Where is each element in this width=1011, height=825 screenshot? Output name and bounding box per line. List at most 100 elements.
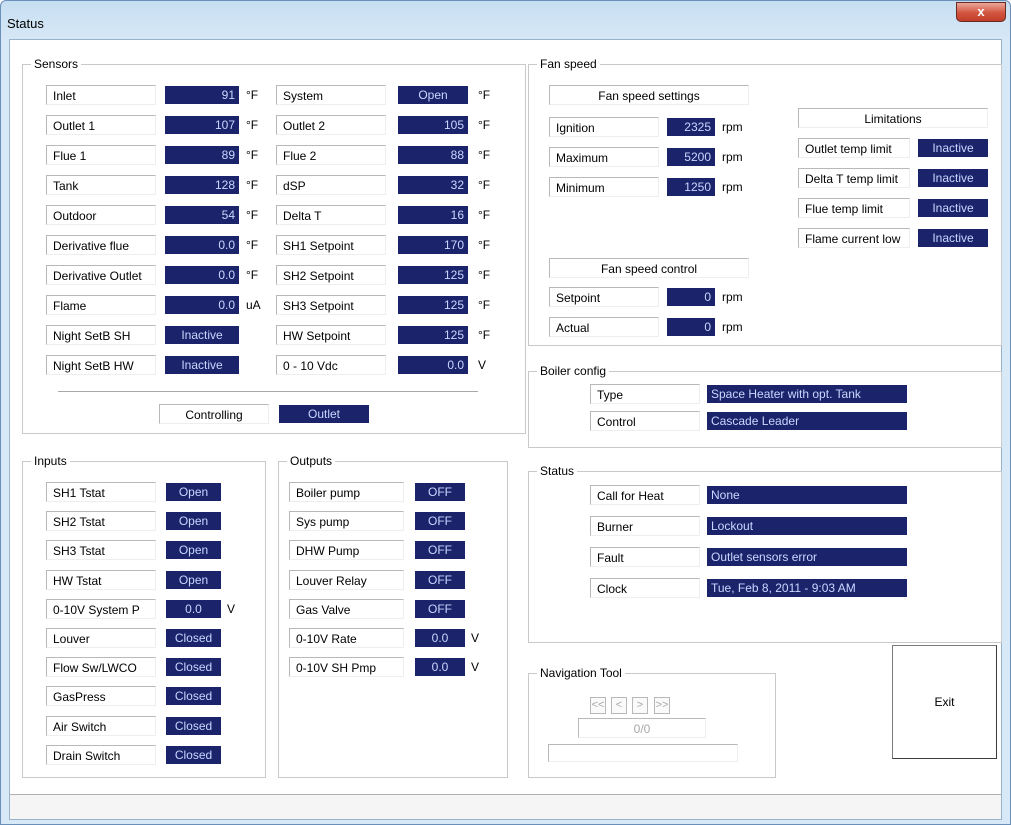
- field-value: 0: [667, 318, 715, 336]
- field-value: Closed: [166, 658, 221, 677]
- sensor-value: 0.0: [165, 296, 239, 314]
- sensor-label: Inlet: [46, 85, 156, 105]
- sensor-value: 32: [398, 176, 468, 194]
- field-label: Fault: [590, 547, 700, 567]
- first-page-button[interactable]: <<: [590, 697, 606, 714]
- field-unit: rpm: [722, 150, 743, 164]
- limitations-header: Limitations: [798, 108, 988, 128]
- field-label: Gas Valve: [289, 598, 404, 619]
- sensor-label: SH1 Setpoint: [276, 235, 386, 255]
- field-value: Closed: [166, 716, 221, 735]
- field-label: Louver Relay: [289, 569, 404, 590]
- navigation-tool-legend: Navigation Tool: [537, 665, 625, 681]
- sensor-value: 125: [398, 326, 468, 344]
- sensor-value: 0.0: [398, 356, 468, 374]
- field-value: Cascade Leader: [707, 412, 907, 430]
- title-bar: Status x: [1, 1, 1010, 39]
- field-value: Closed: [166, 687, 221, 706]
- sensor-unit: °F: [478, 328, 491, 342]
- field-value: OFF: [415, 483, 465, 501]
- sensor-label: Flue 1: [46, 145, 156, 165]
- field-label: Sys pump: [289, 511, 404, 532]
- field-value: OFF: [415, 599, 465, 618]
- sensor-unit: °F: [478, 178, 491, 192]
- sensor-unit: °F: [246, 148, 259, 162]
- sensors-legend: Sensors: [31, 56, 82, 72]
- field-value: Inactive: [918, 199, 988, 217]
- field-value: Closed: [166, 629, 221, 647]
- field-label: Clock: [590, 578, 700, 598]
- sensor-value: Inactive: [165, 356, 239, 374]
- sensor-label: dSP: [276, 175, 386, 195]
- sensor-unit: °F: [478, 148, 491, 162]
- field-label: Minimum: [549, 177, 659, 197]
- sensor-unit: °F: [246, 178, 259, 192]
- sensor-label: Night SetB HW: [46, 355, 156, 375]
- controlling-label: Controlling: [159, 404, 269, 424]
- page-indicator: 0/0: [578, 718, 706, 738]
- sensor-unit: °F: [246, 208, 259, 222]
- last-page-button[interactable]: >>: [654, 697, 670, 714]
- field-label: GasPress: [46, 686, 156, 707]
- sensor-unit: °F: [246, 238, 259, 252]
- field-value: 1250: [667, 178, 715, 196]
- field-unit: V: [471, 631, 480, 645]
- navigation-buttons: << < > >>: [590, 697, 710, 714]
- field-value: Space Heater with opt. Tank: [707, 385, 907, 403]
- field-unit: V: [471, 660, 480, 675]
- field-label: Delta T temp limit: [798, 168, 910, 188]
- field-label: SH2 Tstat: [46, 511, 156, 532]
- sensors-divider: [58, 391, 478, 393]
- sensor-value: 16: [398, 206, 468, 224]
- sensor-value: 125: [398, 296, 468, 314]
- field-label: HW Tstat: [46, 569, 156, 590]
- navigation-tool-group: Navigation Tool << < > >> 0/0: [528, 665, 776, 778]
- field-unit: rpm: [722, 180, 743, 194]
- field-unit: rpm: [722, 320, 743, 334]
- navigation-progress-bar: [548, 744, 738, 762]
- sensor-label: Tank: [46, 175, 156, 195]
- field-label: Maximum: [549, 147, 659, 167]
- sensor-label: Outlet 2: [276, 115, 386, 135]
- next-page-button[interactable]: >: [632, 697, 648, 714]
- sensor-value: 91: [165, 86, 239, 104]
- field-label: Control: [590, 411, 700, 431]
- field-label: Ignition: [549, 117, 659, 137]
- sensor-label: 0 - 10 Vdc: [276, 355, 386, 375]
- controlling-value: Outlet: [279, 405, 369, 423]
- field-label: 0-10V System P: [46, 598, 156, 619]
- fan-speed-settings-header: Fan speed settings: [549, 85, 749, 105]
- sensor-unit: °F: [478, 118, 491, 132]
- close-button[interactable]: x: [956, 2, 1006, 22]
- sensor-value: 105: [398, 116, 468, 134]
- sensor-label: Delta T: [276, 205, 386, 225]
- field-label: SH1 Tstat: [46, 482, 156, 502]
- field-value: Open: [166, 512, 221, 531]
- field-value: Closed: [166, 745, 221, 764]
- field-value: None: [707, 486, 907, 504]
- status-group: Status Call for Heat None Burner Lockout Fau…: [528, 463, 1002, 643]
- field-value: Outlet sensors error: [707, 548, 907, 566]
- field-unit: rpm: [722, 120, 743, 134]
- field-value: Inactive: [918, 169, 988, 187]
- sensor-value: 89: [165, 146, 239, 164]
- sensor-unit: °F: [246, 118, 259, 132]
- previous-page-button[interactable]: <: [611, 697, 627, 714]
- exit-button[interactable]: Exit: [892, 645, 997, 759]
- field-label: Outlet temp limit: [798, 138, 910, 158]
- field-value: OFF: [415, 512, 465, 531]
- field-value: OFF: [415, 541, 465, 560]
- field-value: Inactive: [918, 139, 988, 157]
- sensor-unit: °F: [246, 88, 259, 102]
- sensor-label: Outdoor: [46, 205, 156, 225]
- outputs-legend: Outputs: [287, 453, 336, 469]
- status-bar: [10, 794, 1001, 819]
- sensor-value: 54: [165, 206, 239, 224]
- sensor-value: Open: [398, 86, 468, 104]
- sensor-unit: °F: [246, 268, 259, 282]
- sensor-value: 0.0: [165, 236, 239, 254]
- sensor-unit: °F: [478, 208, 491, 222]
- sensor-value: 88: [398, 146, 468, 164]
- sensor-label: Derivative Outlet: [46, 265, 156, 285]
- outputs-group: Outputs Boiler pump OFF Sys pump OFF DHW Pum…: [278, 453, 508, 778]
